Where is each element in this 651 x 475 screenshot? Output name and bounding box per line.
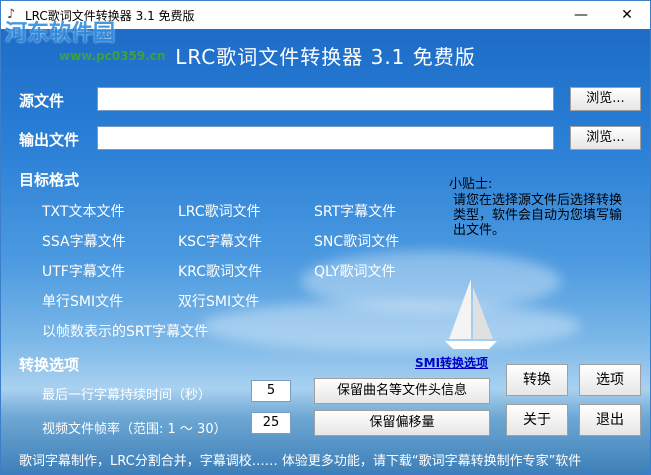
source-browse-button[interactable]: 浏览... <box>570 87 641 111</box>
tip-title: 小贴士: <box>449 177 493 192</box>
format-srt[interactable]: SRT字幕文件 <box>314 201 396 221</box>
keep-offset-button[interactable]: 保留偏移量 <box>314 410 490 436</box>
last-line-duration-label: 最后一行字幕持续时间（秒） <box>42 388 212 403</box>
tip-body: 请您在选择源文件后选择转换类型，软件会自动为您填写输出文件。 <box>453 193 623 238</box>
convert-button[interactable]: 转换 <box>506 364 568 396</box>
options-label: 转换选项 <box>19 356 80 374</box>
format-snc[interactable]: SNC歌词文件 <box>314 231 399 251</box>
close-button[interactable]: ✕ <box>604 1 650 29</box>
format-lrc[interactable]: LRC歌词文件 <box>178 201 261 221</box>
exit-button[interactable]: 退出 <box>579 404 641 436</box>
format-ssa[interactable]: SSA字幕文件 <box>42 231 126 251</box>
output-browse-button[interactable]: 浏览... <box>570 126 641 150</box>
minimize-button[interactable]: — <box>558 1 604 29</box>
about-button[interactable]: 关于 <box>506 404 568 436</box>
app-window: ♪ LRC歌词文件转换器 3.1 免费版 — ✕ 河东软件园 www.pc035… <box>0 0 651 475</box>
target-format-label: 目标格式 <box>19 171 80 189</box>
format-qly[interactable]: QLY歌词文件 <box>314 261 396 281</box>
format-txt[interactable]: TXT文本文件 <box>42 201 124 221</box>
format-ksc[interactable]: KSC字幕文件 <box>178 231 262 251</box>
format-double-smi[interactable]: 双行SMI文件 <box>178 291 259 311</box>
output-input[interactable] <box>97 126 554 150</box>
source-input[interactable] <box>97 87 554 111</box>
app-banner: LRC歌词文件转换器 3.1 免费版 <box>175 45 476 69</box>
footer-bar: 歌词字幕制作，LRC分割合并，字幕调校…… 体验更多功能，请下载“歌词字幕转换制… <box>1 447 650 474</box>
output-label: 输出文件 <box>19 131 80 149</box>
format-frame-srt[interactable]: 以帧数表示的SRT字幕文件 <box>42 321 208 341</box>
format-single-smi[interactable]: 单行SMI文件 <box>42 291 123 311</box>
sailboat-icon <box>445 279 497 349</box>
last-line-duration-input[interactable]: 5 <box>251 380 291 402</box>
smi-options-link[interactable]: SMI转换选项 <box>415 354 488 371</box>
keep-header-button[interactable]: 保留曲名等文件头信息 <box>314 378 490 404</box>
format-krc[interactable]: KRC歌词文件 <box>178 261 262 281</box>
source-label: 源文件 <box>19 92 65 110</box>
footer-text[interactable]: 歌词字幕制作，LRC分割合并，字幕调校…… 体验更多功能，请下载“歌词字幕转换制… <box>19 450 581 469</box>
format-utf[interactable]: UTF字幕文件 <box>42 261 125 281</box>
framerate-label: 视频文件帧率（范围: 1 ～ 30） <box>42 422 227 437</box>
options-button[interactable]: 选项 <box>579 364 641 396</box>
framerate-input[interactable]: 25 <box>251 412 291 434</box>
